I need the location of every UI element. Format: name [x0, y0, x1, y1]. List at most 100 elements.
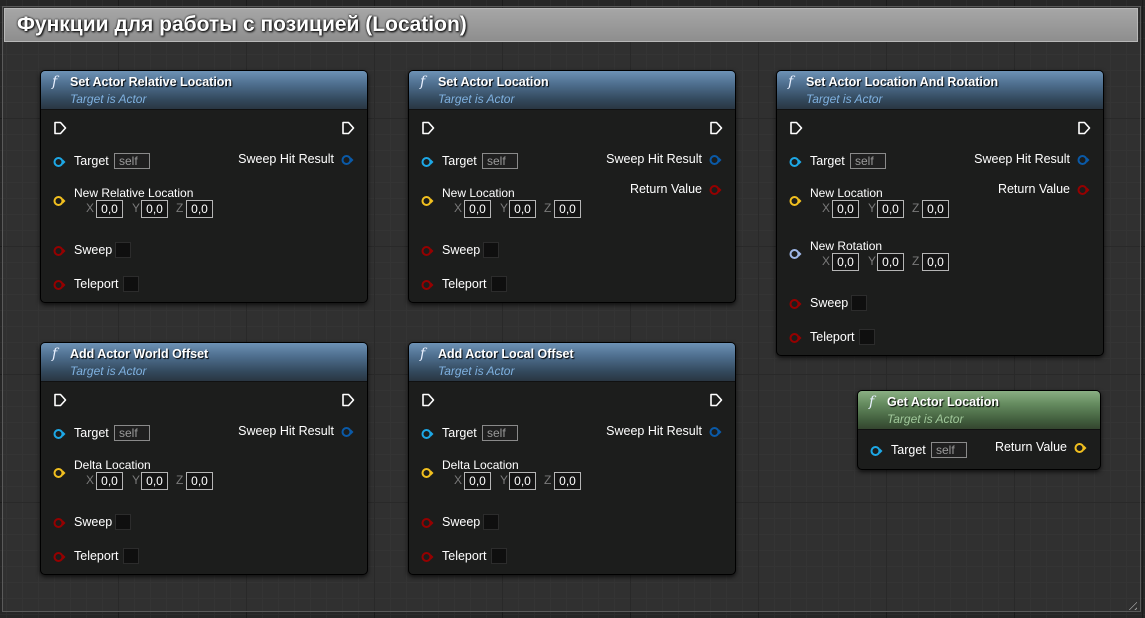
node-header[interactable]: f Get Actor Location Target is Actor: [858, 391, 1100, 430]
teleport-pin[interactable]: [789, 332, 802, 344]
location-label: New Location: [810, 186, 883, 200]
location-z-field[interactable]: 0,0: [922, 200, 949, 218]
exec-in-pin[interactable]: [53, 393, 67, 407]
target-self-field[interactable]: self: [114, 425, 150, 441]
teleport-checkbox[interactable]: [491, 276, 507, 292]
target-pin[interactable]: [421, 428, 434, 440]
location-pin[interactable]: [53, 195, 66, 207]
target-self-field[interactable]: self: [114, 153, 150, 169]
target-self-field[interactable]: self: [482, 425, 518, 441]
node-header[interactable]: f Set Actor Relative Location Target is Ac…: [41, 71, 367, 110]
exec-out-pin[interactable]: [341, 121, 355, 135]
node-header[interactable]: f Set Actor Location Target is Actor: [409, 71, 735, 110]
rotation-y-field[interactable]: 0,0: [877, 253, 904, 271]
location-x-field[interactable]: 0,0: [96, 200, 123, 218]
sweep-label: Sweep: [74, 243, 113, 257]
rotation-x-field[interactable]: 0,0: [832, 253, 859, 271]
rotation-pin[interactable]: [789, 248, 802, 260]
location-x-field[interactable]: 0,0: [96, 472, 123, 490]
target-pin[interactable]: [53, 428, 66, 440]
location-pin[interactable]: [421, 195, 434, 207]
target-pin[interactable]: [53, 156, 66, 168]
target-self-field[interactable]: self: [850, 153, 886, 169]
function-icon: f: [420, 346, 426, 362]
location-z-field[interactable]: 0,0: [554, 472, 581, 490]
sweep-pin[interactable]: [53, 517, 66, 529]
teleport-pin[interactable]: [421, 551, 434, 563]
teleport-pin[interactable]: [53, 551, 66, 563]
location-y-field[interactable]: 0,0: [141, 472, 168, 490]
target-pin[interactable]: [789, 156, 802, 168]
target-pin[interactable]: [421, 156, 434, 168]
sweep-checkbox[interactable]: [115, 514, 131, 530]
location-x-field[interactable]: 0,0: [832, 200, 859, 218]
node-header[interactable]: f Set Actor Location And Rotation Target i…: [777, 71, 1103, 110]
location-x-axis-label: X: [86, 201, 95, 215]
rotation-z-field[interactable]: 0,0: [922, 253, 949, 271]
location-y-axis-label: Y: [500, 201, 509, 215]
exec-out-pin[interactable]: [1077, 121, 1091, 135]
location-y-field[interactable]: 0,0: [509, 200, 536, 218]
sweep-hit-result-pin[interactable]: [709, 426, 722, 438]
location-y-field[interactable]: 0,0: [141, 200, 168, 218]
node-add-actor-world-offset[interactable]: f Add Actor World Offset Target is Actor Ta…: [40, 342, 368, 575]
sweep-checkbox[interactable]: [851, 295, 867, 311]
sweep-hit-result-pin[interactable]: [1077, 154, 1090, 166]
sweep-pin[interactable]: [53, 245, 66, 257]
teleport-checkbox[interactable]: [491, 548, 507, 564]
target-self-field[interactable]: self: [482, 153, 518, 169]
teleport-pin[interactable]: [53, 279, 66, 291]
rotation-z-axis-label: Z: [912, 254, 920, 268]
teleport-pin[interactable]: [421, 279, 434, 291]
exec-in-pin[interactable]: [421, 393, 435, 407]
target-pin[interactable]: [870, 445, 883, 457]
exec-out-pin[interactable]: [709, 121, 723, 135]
sweep-hit-result-pin[interactable]: [341, 426, 354, 438]
sweep-checkbox[interactable]: [483, 514, 499, 530]
sweep-checkbox[interactable]: [483, 242, 499, 258]
sweep-hit-result-pin[interactable]: [341, 154, 354, 166]
sweep-checkbox[interactable]: [115, 242, 131, 258]
teleport-checkbox[interactable]: [123, 548, 139, 564]
node-add-actor-local-offset[interactable]: f Add Actor Local Offset Target is Actor Ta…: [408, 342, 736, 575]
location-pin[interactable]: [421, 467, 434, 479]
node-get-actor-location[interactable]: f Get Actor Location Target is Actor Target…: [857, 390, 1101, 470]
teleport-checkbox[interactable]: [859, 329, 875, 345]
location-z-field[interactable]: 0,0: [554, 200, 581, 218]
sweep-pin[interactable]: [789, 298, 802, 310]
return-value-pin[interactable]: [1077, 184, 1090, 196]
location-z-field[interactable]: 0,0: [186, 472, 213, 490]
target-label: Target: [74, 154, 109, 168]
location-pin[interactable]: [789, 195, 802, 207]
target-self-field[interactable]: self: [931, 442, 967, 458]
comment-header[interactable]: Функции для работы с позицией (Location): [4, 8, 1138, 42]
sweep-pin[interactable]: [421, 517, 434, 529]
exec-out-pin[interactable]: [341, 393, 355, 407]
node-set-actor-relative-location[interactable]: f Set Actor Relative Location Target is Ac…: [40, 70, 368, 303]
exec-in-pin[interactable]: [421, 121, 435, 135]
location-y-field[interactable]: 0,0: [877, 200, 904, 218]
exec-out-pin[interactable]: [709, 393, 723, 407]
location-y-field[interactable]: 0,0: [509, 472, 536, 490]
exec-in-pin[interactable]: [789, 121, 803, 135]
location-z-axis-label: Z: [176, 201, 184, 215]
target-label: Target: [442, 426, 477, 440]
sweep-hit-result-pin[interactable]: [709, 154, 722, 166]
node-header[interactable]: f Add Actor Local Offset Target is Actor: [409, 343, 735, 382]
return-value-pin[interactable]: [1074, 442, 1087, 454]
location-x-field[interactable]: 0,0: [464, 472, 491, 490]
location-pin[interactable]: [53, 467, 66, 479]
node-set-actor-location-and-rotation[interactable]: f Set Actor Location And Rotation Target i…: [776, 70, 1104, 356]
node-header[interactable]: f Add Actor World Offset Target is Actor: [41, 343, 367, 382]
exec-in-pin[interactable]: [53, 121, 67, 135]
teleport-checkbox[interactable]: [123, 276, 139, 292]
teleport-label: Teleport: [442, 549, 487, 563]
location-z-field[interactable]: 0,0: [186, 200, 213, 218]
sweep-hit-result-label: Sweep Hit Result: [606, 424, 702, 438]
function-icon: f: [52, 346, 58, 362]
location-x-field[interactable]: 0,0: [464, 200, 491, 218]
teleport-label: Teleport: [810, 330, 855, 344]
sweep-pin[interactable]: [421, 245, 434, 257]
return-value-pin[interactable]: [709, 184, 722, 196]
node-set-actor-location[interactable]: f Set Actor Location Target is Actor Target…: [408, 70, 736, 303]
